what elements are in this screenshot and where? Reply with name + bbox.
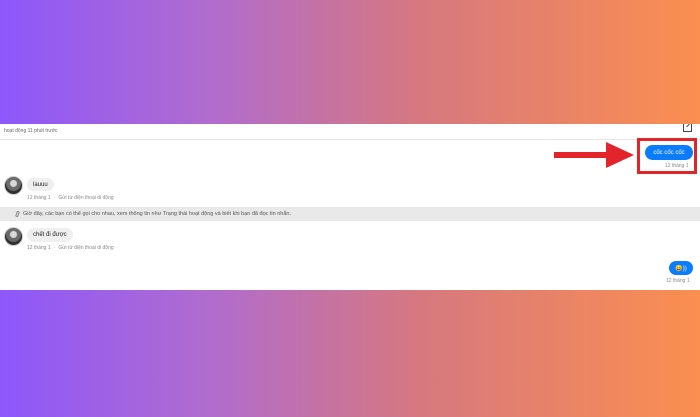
message-timestamp: 12 tháng 1 (27, 245, 51, 251)
message-text: 😄)) (675, 265, 687, 272)
arrow-right-annotation (554, 142, 634, 168)
header-divider (0, 139, 700, 140)
message-timestamp: 12 tháng 1 (27, 195, 51, 201)
message-text: chết đi được (33, 232, 67, 238)
message-meta: 12 tháng 1 · Gửi từ điện thoại di động (27, 245, 114, 251)
header-status: hoạt động 11 phút trước (4, 128, 58, 134)
message-text: lauuu (33, 181, 48, 188)
message-bubble-outgoing[interactable]: 😄)) (669, 261, 693, 275)
message-source: Gửi từ điện thoại di động (58, 195, 114, 201)
message-meta: 12 tháng 1 · Gửi từ điện thoại di động (27, 195, 114, 201)
phone-icon (15, 210, 20, 218)
avatar[interactable] (4, 227, 23, 246)
message-source: Gửi từ điện thoại di động (58, 245, 114, 251)
message-bubble-incoming[interactable]: lauuu (27, 178, 54, 191)
message-timestamp: 12 tháng 1 (666, 278, 690, 284)
avatar[interactable] (4, 176, 23, 195)
expand-icon[interactable] (683, 124, 692, 132)
highlight-box (637, 138, 697, 174)
message-bubble-incoming[interactable]: chết đi được (27, 228, 73, 242)
notice-text: Giờ đây, các bạn có thể gọi cho nhau, xe… (23, 211, 292, 217)
system-notice: Giờ đây, các bạn có thể gọi cho nhau, xe… (0, 207, 700, 221)
